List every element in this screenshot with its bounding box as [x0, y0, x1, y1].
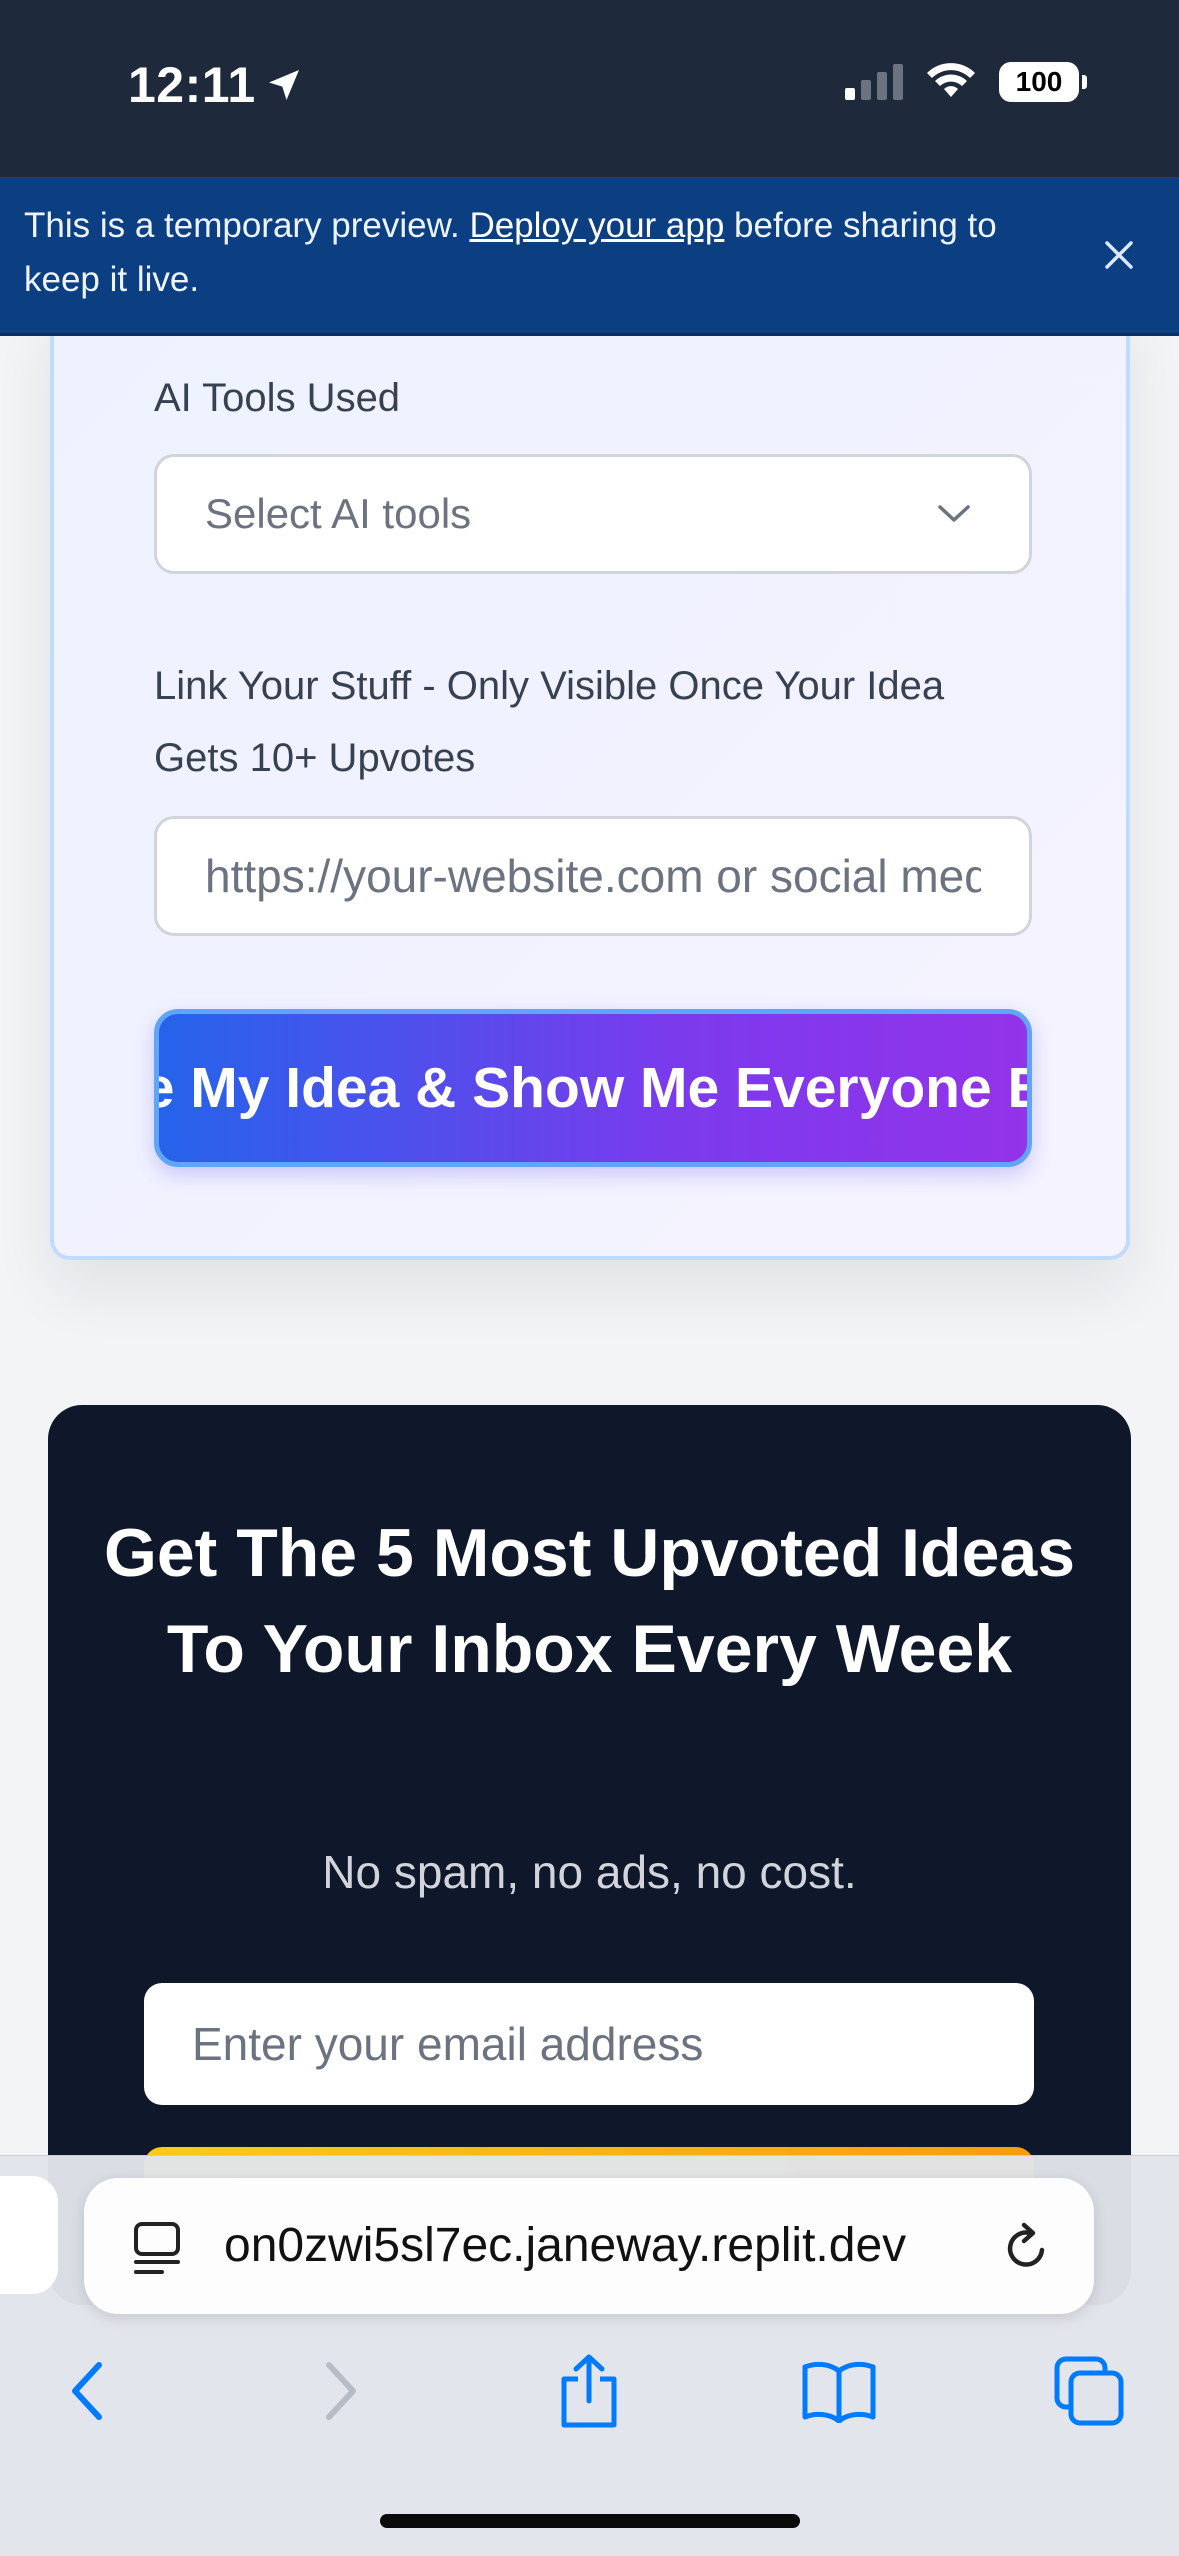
ai-tools-label: AI Tools Used — [154, 376, 401, 420]
deploy-link[interactable]: Deploy your app — [469, 206, 724, 245]
chevron-left-icon — [72, 2362, 102, 2420]
banner-text-before: This is a temporary preview. — [24, 206, 470, 245]
share-idea-button[interactable]: Share My Idea & Show Me Everyone Else's — [154, 1009, 1032, 1167]
status-bar: 12:11 100 — [0, 0, 1179, 177]
status-indicators: 100 — [845, 62, 1087, 102]
share-icon — [561, 2354, 617, 2428]
battery-indicator: 100 — [999, 62, 1087, 102]
tabs-button[interactable] — [1044, 2346, 1134, 2436]
book-icon — [802, 2361, 876, 2423]
status-time: 12:11 — [128, 56, 304, 114]
share-button[interactable] — [544, 2346, 634, 2436]
link-input[interactable] — [154, 816, 1032, 936]
page-menu-icon[interactable] — [132, 2220, 182, 2276]
idea-form-card: AI Tools Used Select AI tools Link Your … — [50, 300, 1130, 1260]
ai-tools-select[interactable]: Select AI tools — [154, 454, 1032, 574]
location-arrow-icon — [268, 70, 299, 100]
newsletter-title: Get The 5 Most Upvoted Ideas To Your Inb… — [103, 1515, 1076, 1687]
wifi-icon — [927, 63, 975, 97]
email-input[interactable] — [144, 1983, 1034, 2105]
battery-level: 100 — [1015, 66, 1063, 97]
share-idea-button-label: Share My Idea & Show Me Everyone Else's — [159, 1056, 1027, 1120]
preview-banner: This is a temporary preview. Deploy your… — [0, 177, 1179, 336]
chevron-down-icon — [938, 505, 970, 522]
reload-icon[interactable] — [1002, 2220, 1052, 2274]
page: 12:11 100 AI Tools Used Select AI tools … — [0, 0, 1179, 2556]
url-text: on0zwi5sl7ec.janeway.replit.dev — [224, 2218, 984, 2273]
browser-toolbar: on0zwi5sl7ec.janeway.replit.dev — [0, 2155, 1179, 2556]
navigation-toolbar — [0, 2346, 1179, 2456]
previous-tab-pill[interactable] — [0, 2176, 58, 2294]
back-button[interactable] — [42, 2346, 132, 2436]
url-value: on0zwi5sl7ec.janeway.replit.dev — [224, 2219, 907, 2272]
cellular-signal-icon — [845, 64, 903, 100]
clock-text: 12:11 — [128, 57, 256, 113]
link-label: Link Your Stuff - Only Visible Once Your… — [154, 664, 945, 780]
close-icon[interactable] — [1097, 233, 1141, 277]
address-bar[interactable]: on0zwi5sl7ec.janeway.replit.dev — [84, 2178, 1094, 2314]
forward-button[interactable] — [296, 2346, 386, 2436]
banner-text: This is a temporary preview. Deploy your… — [24, 199, 1064, 307]
tabs-icon — [1054, 2356, 1124, 2426]
ai-tools-select-value: Select AI tools — [205, 490, 472, 537]
home-indicator — [380, 2514, 800, 2528]
chevron-right-icon — [326, 2362, 356, 2420]
newsletter-subtitle: No spam, no ads, no cost. — [322, 1846, 857, 1898]
bookmarks-button[interactable] — [794, 2346, 884, 2436]
